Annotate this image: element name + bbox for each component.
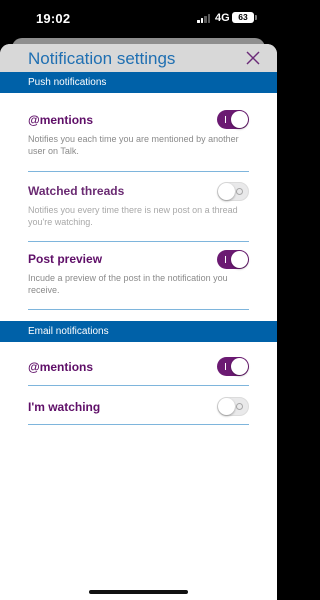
setting-label: I'm watching bbox=[28, 400, 101, 414]
toggle-off-mark bbox=[236, 188, 243, 195]
toggle-push-watched-threads[interactable] bbox=[217, 182, 249, 201]
close-button[interactable] bbox=[245, 50, 261, 66]
toggle-on-mark bbox=[225, 363, 226, 370]
toggle-on-mark bbox=[225, 256, 226, 263]
cellular-signal-icon bbox=[197, 14, 211, 23]
setting-description: Incude a preview of the post in the noti… bbox=[28, 273, 228, 295]
status-bar: 19:02 4G 63 bbox=[0, 0, 277, 40]
toggle-knob bbox=[231, 251, 248, 268]
setting-description: Notifies you each time you are mentioned… bbox=[28, 134, 239, 156]
toggle-knob bbox=[218, 183, 235, 200]
toggle-push-mentions[interactable] bbox=[217, 110, 249, 129]
battery-icon: 63 bbox=[232, 12, 254, 23]
sheet-header: Notification settings bbox=[0, 44, 277, 72]
toggle-email-mentions[interactable] bbox=[217, 357, 249, 376]
notification-settings-sheet: Notification settings Push notifications… bbox=[0, 44, 277, 600]
setting-label: Post preview bbox=[28, 252, 103, 266]
battery-tip bbox=[255, 15, 257, 20]
setting-description: Notifies you every time there is new pos… bbox=[28, 205, 238, 227]
toggle-knob bbox=[218, 398, 235, 415]
setting-push-post-preview: Post preview Incude a preview of the pos… bbox=[28, 242, 249, 310]
setting-label: @mentions bbox=[28, 113, 94, 127]
network-type: 4G bbox=[215, 12, 230, 24]
toggle-push-post-preview[interactable] bbox=[217, 250, 249, 269]
setting-push-mentions: @mentions Notifies you each time you are… bbox=[28, 93, 249, 172]
page-title: Notification settings bbox=[28, 49, 176, 68]
toggle-on-mark bbox=[225, 116, 226, 123]
home-indicator bbox=[89, 590, 188, 594]
toggle-email-watching[interactable] bbox=[217, 397, 249, 416]
status-time: 19:02 bbox=[36, 11, 71, 26]
setting-email-mentions: @mentions bbox=[28, 342, 249, 386]
toggle-knob bbox=[231, 358, 248, 375]
toggle-knob bbox=[231, 111, 248, 128]
setting-email-watching: I'm watching bbox=[28, 386, 249, 425]
setting-push-watched-threads: Watched threads Notifies you every time … bbox=[28, 172, 249, 242]
section-header-email: Email notifications bbox=[0, 321, 277, 342]
toggle-off-mark bbox=[236, 403, 243, 410]
close-icon bbox=[246, 51, 260, 65]
setting-label: Watched threads bbox=[28, 184, 125, 198]
section-header-push: Push notifications bbox=[0, 72, 277, 93]
setting-label: @mentions bbox=[28, 360, 94, 374]
